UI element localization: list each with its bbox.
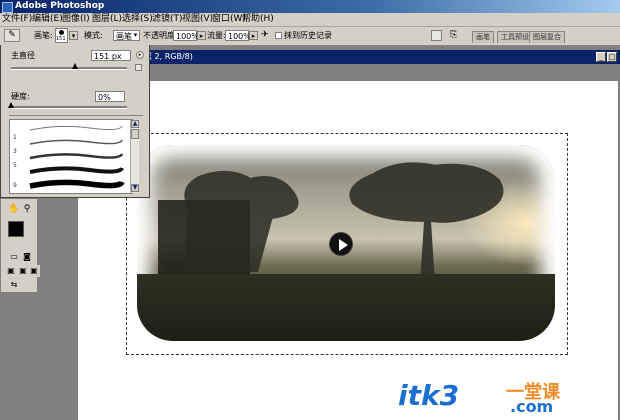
master-diameter-input[interactable]: 151 px xyxy=(91,50,131,61)
hardness-slider[interactable] xyxy=(11,106,127,109)
brush-tip-list[interactable]: 1 3 5 9 ▲ ▼ xyxy=(9,119,139,194)
eraser-tool-preset-button[interactable]: ✎ xyxy=(4,29,20,42)
scroll-down-button[interactable]: ▼ xyxy=(131,184,139,192)
left-trees xyxy=(184,170,299,273)
save-brush-button[interactable] xyxy=(135,64,142,71)
standard-mode-icon: ▭ xyxy=(10,252,18,261)
hardness-thumb[interactable] xyxy=(8,102,14,108)
screen-mode-icon: ▣ xyxy=(30,266,38,275)
brush-label: 画笔: xyxy=(34,31,53,40)
minimize-button[interactable]: _ xyxy=(596,52,606,62)
document-title: 层 2, RGB/8) xyxy=(144,52,193,61)
oak-tree xyxy=(349,162,504,277)
brush-number: 3 xyxy=(13,148,17,155)
brush-tip-icon xyxy=(59,30,64,35)
title-bar: Adobe Photoshop xyxy=(0,0,620,13)
master-diameter-slider[interactable] xyxy=(11,67,127,70)
brush-stroke-9 xyxy=(29,166,124,174)
quick-mask-icon: ◙ xyxy=(23,252,31,261)
brush-size-readout: 151 xyxy=(56,36,66,42)
menu-filter[interactable]: 滤镜(T) xyxy=(152,14,183,25)
app-title: Adobe Photoshop xyxy=(15,1,105,11)
hand-tool[interactable]: ✋ xyxy=(8,203,20,215)
hardness-input[interactable]: 0% xyxy=(95,91,125,102)
file-browser-button[interactable]: ⎘ xyxy=(450,29,464,42)
screen-mode-standard[interactable]: ▣ xyxy=(5,265,17,277)
zoom-tool[interactable]: ⚲ xyxy=(21,203,33,215)
menu-edit[interactable]: 编辑(E) xyxy=(32,14,63,25)
master-diameter-label: 主直径 xyxy=(11,51,35,60)
brush-stroke-13 xyxy=(29,179,125,189)
flow-dropdown[interactable]: ▸ xyxy=(249,31,258,40)
watermark-brand-text: itk3 xyxy=(398,379,459,412)
standard-mode-button[interactable]: ▭ xyxy=(8,251,20,263)
brush-preset-picker[interactable]: 151 xyxy=(55,28,68,43)
video-play-button[interactable] xyxy=(329,232,353,256)
scroll-up-button[interactable]: ▲ xyxy=(131,120,139,128)
menu-window[interactable]: 窗口(W) xyxy=(212,14,246,25)
document-title-bar: 层 2, RGB/8) _ □ xyxy=(74,50,620,64)
menu-select[interactable]: 选择(S) xyxy=(122,14,153,25)
panel-divider xyxy=(9,115,143,116)
screen-mode-icon: ▣ xyxy=(19,266,27,275)
opacity-input[interactable]: 100% xyxy=(173,30,199,41)
brush-number: 5 xyxy=(13,162,17,169)
airbrush-button[interactable]: ✈ xyxy=(261,30,271,41)
flow-label: 流量: xyxy=(207,31,226,40)
document-icon-button[interactable] xyxy=(431,30,442,41)
brush-stroke-1 xyxy=(29,125,123,131)
eraser-icon: ✎ xyxy=(8,30,16,40)
maximize-icon: □ xyxy=(608,53,616,61)
brush-stroke-3 xyxy=(29,139,123,145)
imageready-icon: ⇆ xyxy=(10,280,18,289)
brush-list-scrollbar[interactable]: ▲ ▼ xyxy=(130,120,139,193)
maximize-button[interactable]: □ xyxy=(607,52,617,62)
itk3-watermark-logo: itk3 一堂课 .com xyxy=(398,379,561,414)
brush-number: 9 xyxy=(13,182,17,189)
menu-layer[interactable]: 图层(L) xyxy=(92,14,122,25)
panel-menu-button[interactable]: ▸ xyxy=(136,51,144,59)
tab-brushes[interactable]: 画笔 xyxy=(472,31,494,43)
hedge-foreground xyxy=(137,274,555,341)
menu-help[interactable]: 帮助(H) xyxy=(242,14,274,25)
screen-mode-icon: ▣ xyxy=(7,266,15,275)
erase-to-history-label: 抹到历史记录 xyxy=(284,31,332,40)
brush-preset-panel: 主直径 151 px ▸ 硬度: 0% 1 3 5 9 ▲ ▼ xyxy=(0,45,150,198)
menu-bar: 文件(F) 编辑(E) 图像(I) 图层(L) 选择(S) 滤镜(T) 视图(V… xyxy=(0,13,620,27)
brush-number: 1 xyxy=(13,134,17,141)
quick-mask-button[interactable]: ◙ xyxy=(21,251,33,263)
watermark-domain-text: .com xyxy=(510,397,553,414)
document-border xyxy=(74,64,620,81)
menu-image[interactable]: 图像(I) xyxy=(62,14,90,25)
triangle-right-icon: ▸ xyxy=(138,52,142,58)
hand-icon: ✋ xyxy=(8,204,20,214)
master-diameter-thumb[interactable] xyxy=(71,63,78,69)
minimize-icon: _ xyxy=(599,53,603,61)
brush-picker-dropdown[interactable]: ▾ xyxy=(69,31,78,40)
tool-options-bar: ✎ 画笔: 151 ▾ 模式: 画笔 ▾ 不透明度: 100% ▸ 流量: 10… xyxy=(0,27,620,46)
scroll-thumb[interactable] xyxy=(131,129,139,139)
brush-stroke-previews xyxy=(29,125,125,189)
file-browser-icon: ⎘ xyxy=(450,30,458,40)
mode-dropdown-icon: ▾ xyxy=(133,31,138,39)
menu-file[interactable]: 文件(F) xyxy=(2,14,32,25)
toolbox: ✋ ⚲ ▭ ◙ ▣ ▣ ▣ ⇆ xyxy=(0,198,40,293)
play-icon xyxy=(339,239,348,251)
menu-view[interactable]: 视图(V) xyxy=(182,14,213,25)
photoshop-logo-icon xyxy=(2,2,13,13)
screen-mode-full[interactable]: ▣ xyxy=(28,265,40,277)
tab-layer-comps[interactable]: 图层复合 xyxy=(529,31,565,43)
foreground-color-swatch[interactable] xyxy=(8,221,24,237)
brush-stroke-5 xyxy=(29,153,124,160)
erase-to-history-checkbox[interactable] xyxy=(275,32,282,39)
opacity-dropdown[interactable]: ▸ xyxy=(197,31,206,40)
flow-input[interactable]: 100% xyxy=(225,30,251,41)
jump-to-imageready-button[interactable]: ⇆ xyxy=(8,279,20,291)
tab-tool-presets[interactable]: 工具预设 xyxy=(497,31,533,43)
airbrush-icon: ✈ xyxy=(261,30,269,40)
mode-label: 模式: xyxy=(84,31,103,40)
zoom-icon: ⚲ xyxy=(23,204,31,214)
hardness-label: 硬度: xyxy=(11,92,30,101)
